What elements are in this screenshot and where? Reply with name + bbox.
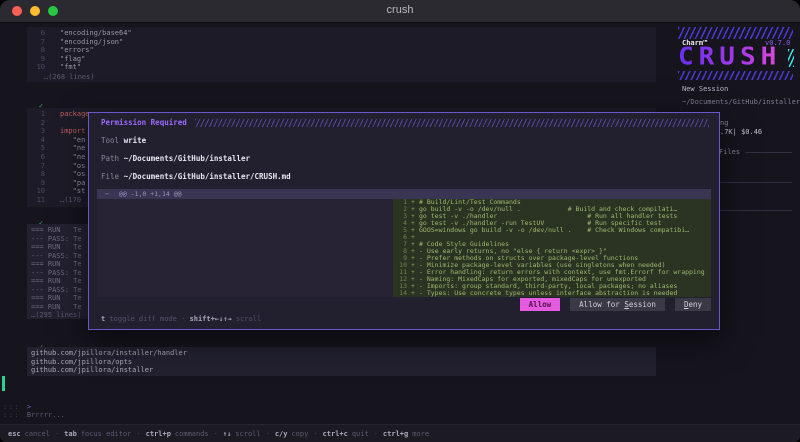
- keybinding-hint: ·c/ycopy: [261, 430, 309, 438]
- diff-row-added: 12+- Naming: MixedCaps for exported, mix…: [393, 276, 711, 283]
- dialog-header: Permission Required: [101, 118, 709, 127]
- model-name-fragment: ng: [720, 119, 728, 128]
- code-block: 1package23import4 "en5 "ne6 "ne7 "os8 "o…: [31, 110, 90, 205]
- editor-caret[interactable]: [2, 376, 5, 391]
- keybinding-hint: ·↑↓scroll: [209, 430, 261, 438]
- dialog-hint: t toggle diff mode · shift+←↓↑→ scroll: [101, 315, 261, 323]
- context-usage-fragment: .7K| $0.46: [720, 128, 762, 137]
- output-line: --- PASS: Te: [31, 235, 82, 244]
- dialog-title: Permission Required: [101, 118, 187, 127]
- editor-drag-dots[interactable]: :::: [3, 411, 20, 419]
- keybinding-hint: ·ctrl+cquit: [308, 430, 368, 438]
- code-line: 7 "os: [31, 162, 90, 171]
- window-title: crush: [0, 4, 800, 16]
- deny-button[interactable]: Deny: [675, 298, 711, 311]
- status-bar: ·esccancel·tabfocus editor·ctrl+pcommand…: [0, 424, 800, 442]
- hunk-range: @@ -1,0 +1,14 @@: [119, 190, 182, 198]
- build-output: github.com/jpillora/installer/handlergit…: [31, 349, 187, 375]
- brand-stripes-bottom: [678, 71, 793, 80]
- diff-row-added: 1+# Build/Lint/Test Commands: [393, 199, 711, 206]
- output-line: === RUN Te: [31, 260, 82, 269]
- test-output: === RUN Te--- PASS: Te=== RUN Te--- PASS…: [31, 226, 82, 311]
- code-snippet-imports: 6"encoding/base64"7"encoding/json"8"erro…: [31, 29, 132, 72]
- diff-row-added: 2+go build -v -o /dev/null . # Build and…: [393, 206, 711, 213]
- code-line: 6 "ne: [31, 153, 90, 162]
- dialog-buttons: Allow Allow for Session Deny: [520, 298, 711, 311]
- output-line: github.com/jpillora/installer/handler: [31, 349, 187, 358]
- prompt-text[interactable]: Brrrrr...: [27, 411, 65, 419]
- dialog-field-file: File ~/Documents/GitHub/installer/CRUSH.…: [101, 172, 291, 181]
- section-rule: [720, 182, 792, 183]
- diff-viewer[interactable]: − @@ -1,0 +1,14 @@ 1+# Build/Lint/Test Co…: [97, 189, 711, 297]
- code-line: 2: [31, 119, 90, 128]
- code-line: 4 "en: [31, 136, 90, 145]
- diff-row-added: 10+- Minimize package-level variables (u…: [393, 262, 711, 269]
- logo-glitch-icon: [788, 49, 794, 67]
- title-bar: crush: [0, 0, 800, 23]
- code-line: 3import: [31, 127, 90, 136]
- code-line: 10 "st: [31, 187, 90, 196]
- output-line: === RUN Te: [31, 277, 82, 286]
- output-line: === RUN Te: [31, 226, 82, 235]
- snippet-collapsed-count[interactable]: …(268 lines): [44, 73, 95, 82]
- code-line: 9 "pa: [31, 179, 90, 188]
- code-line: 8"errors": [31, 46, 132, 55]
- keybinding-hint: ·tabfocus editor: [50, 430, 131, 438]
- section-rule: [720, 210, 792, 211]
- output-line: --- PASS: Te: [31, 252, 82, 261]
- dialog-field-tool: Tool write: [101, 136, 146, 145]
- output-line: === RUN Te: [31, 294, 82, 303]
- crush-logo: CRUSH: [678, 47, 794, 68]
- allow-for-session-button[interactable]: Allow for Session: [570, 298, 665, 311]
- code-line: 8 "os: [31, 170, 90, 179]
- code-line: 6"encoding/base64": [31, 29, 132, 38]
- collapse-icon[interactable]: −: [105, 190, 109, 198]
- code-line: 11…(170: [31, 196, 90, 205]
- allow-button[interactable]: Allow: [520, 298, 561, 311]
- diff-row-added: 7+# Code Style Guidelines: [393, 241, 711, 248]
- output-line: github.com/jpillora/installer: [31, 366, 187, 375]
- diff-row-added: 4+go test -v ./handler -run TestUV # Run…: [393, 220, 711, 227]
- test-collapsed-count[interactable]: …(295 lines): [31, 311, 82, 320]
- code-line: 7"encoding/json": [31, 38, 132, 47]
- diff-hunk-header[interactable]: − @@ -1,0 +1,14 @@: [97, 189, 711, 199]
- code-line: 9"flag": [31, 55, 132, 64]
- prompt-arrow-icon: >: [27, 403, 31, 411]
- code-line: 1package: [31, 110, 90, 119]
- output-line: --- PASS: Te: [31, 269, 82, 278]
- dialog-field-path: Path ~/Documents/GitHub/installer: [101, 154, 250, 163]
- diff-pane-old: [97, 199, 393, 297]
- diff-row-added: 9+- Prefer methods on structs over packa…: [393, 255, 711, 262]
- permission-dialog: Permission Required Tool write Path ~/Do…: [88, 112, 720, 330]
- brand-stripes-top: [678, 27, 793, 39]
- crush-terminal-window: crush 6"encoding/base64"7"encoding/json"…: [0, 0, 800, 442]
- diff-row-added: 5+GOOS=windows go build -v -o /dev/null …: [393, 227, 711, 234]
- keybinding-hint: ·ctrl+gmore: [369, 430, 429, 438]
- diff-row-added: 8+- Use early returns, no "else { return…: [393, 248, 711, 255]
- slash-pattern: [195, 119, 709, 127]
- diff-row-added: 14+- Types: Use concrete types unless in…: [393, 290, 711, 297]
- output-line: === RUN Te: [31, 243, 82, 252]
- diff-pane-new: 1+# Build/Lint/Test Commands2+go build -…: [393, 199, 711, 297]
- diff-row-added: 11+- Error handling: return errors with …: [393, 269, 711, 276]
- diff-row-added: 3+go test -v ./handler # Run all handler…: [393, 213, 711, 220]
- keybinding-hint: ·esccancel: [8, 430, 50, 438]
- session-title: New Session: [682, 85, 728, 94]
- diff-row-added: 13+- Imports: group standard, third-part…: [393, 283, 711, 290]
- session-cwd: ~/Documents/GitHub/installer: [682, 98, 800, 107]
- output-line: === RUN Te: [31, 303, 82, 312]
- output-line: --- PASS: Te: [31, 286, 82, 295]
- section-rule: [746, 152, 792, 153]
- output-line: github.com/jpillora/opts: [31, 358, 187, 367]
- code-line: 5 "ne: [31, 144, 90, 153]
- editor-drag-dots[interactable]: :::: [3, 403, 20, 411]
- diff-row-added: 6+: [393, 234, 711, 241]
- files-section-header: Files: [719, 148, 740, 157]
- code-line: 10"fmt": [31, 63, 132, 72]
- keybinding-hint: ·ctrl+pcommands: [131, 430, 208, 438]
